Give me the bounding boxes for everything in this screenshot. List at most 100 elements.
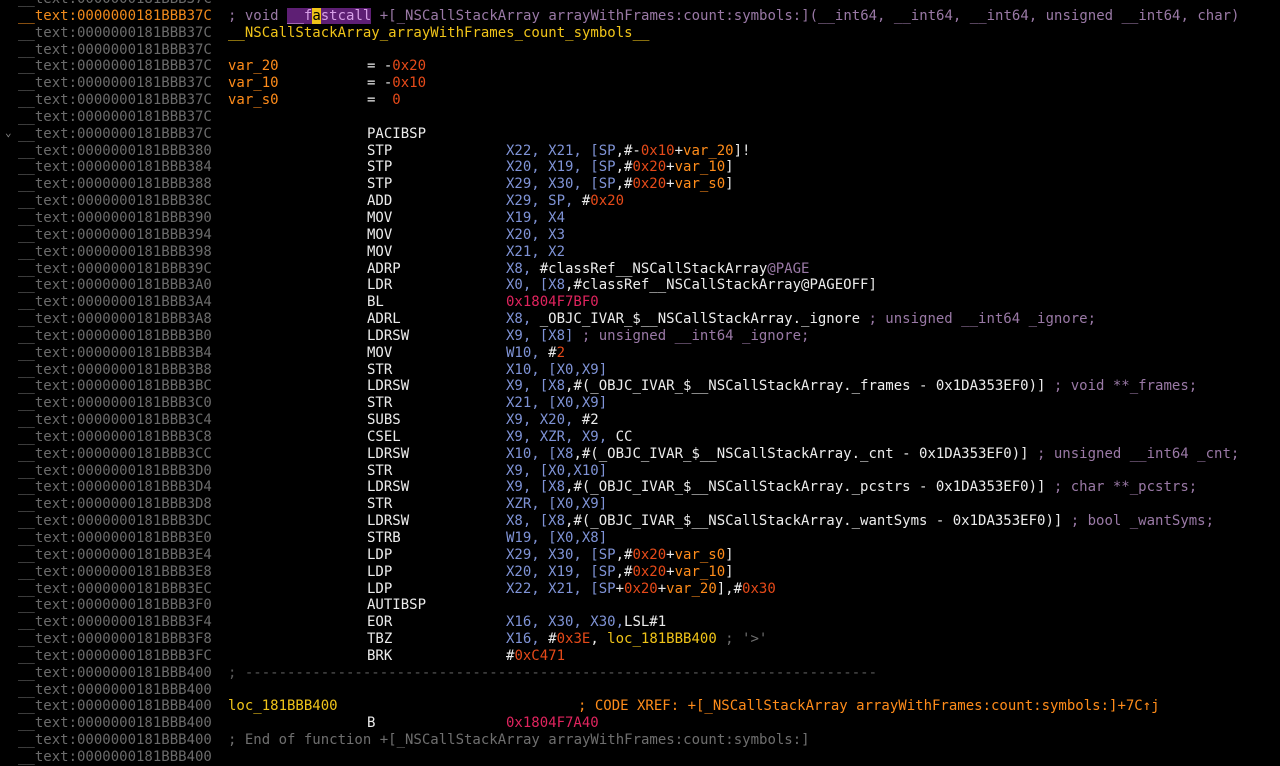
disasm-line[interactable]: __text:0000000181BBB37C var_10 = -0x10 bbox=[0, 75, 1280, 92]
token[interactable]: ; void **_frames; bbox=[1045, 378, 1197, 394]
line-address[interactable]: __text:0000000181BBB400 bbox=[18, 732, 212, 749]
mnemonic[interactable]: MOV bbox=[367, 345, 392, 362]
token[interactable]: BL bbox=[367, 294, 384, 310]
token[interactable]: ] bbox=[725, 547, 733, 563]
line-address[interactable]: __text:0000000181BBB37C bbox=[18, 58, 212, 75]
token[interactable]: ; bool _wantSyms; bbox=[1062, 513, 1214, 529]
token[interactable]: ; unsigned __int64 _ignore; bbox=[573, 328, 810, 344]
disasm-line[interactable]: __text:0000000181BBB3F4 EOR X16, X30, X30,… bbox=[0, 614, 1280, 631]
line-address[interactable]: __text:0000000181BBB390 bbox=[18, 210, 212, 227]
token[interactable]: 0 bbox=[392, 92, 400, 108]
token[interactable]: ,# bbox=[616, 547, 633, 563]
token[interactable]: X9, [X8 bbox=[506, 479, 565, 495]
line-address[interactable]: __text:0000000181BBB3A8 bbox=[18, 311, 212, 328]
token[interactable]: ,#(_OBJC_IVAR_$__NSCallStackArray._pcstr… bbox=[565, 479, 1045, 495]
mnemonic[interactable]: = -0x20 bbox=[367, 58, 426, 75]
operands[interactable]: X9, [X8,#(_OBJC_IVAR_$__NSCallStackArray… bbox=[506, 378, 1197, 395]
disasm-line[interactable]: __text:0000000181BBB388 STP X29, X30, [SP,… bbox=[0, 176, 1280, 193]
line-address[interactable]: __text:0000000181BBB3D0 bbox=[18, 463, 212, 480]
operands[interactable]: 0x1804F7A40 bbox=[506, 715, 599, 732]
mnemonic[interactable]: MOV bbox=[367, 227, 392, 244]
token[interactable]: 0x20 bbox=[624, 581, 658, 597]
xref-comment[interactable]: ; CODE XREF: +[_NSCallStackArray arrayWi… bbox=[578, 698, 1160, 715]
mnemonic[interactable]: = 0 bbox=[367, 92, 401, 109]
token[interactable]: 0x20 bbox=[632, 547, 666, 563]
token[interactable]: STRB bbox=[367, 530, 401, 546]
line-address[interactable]: __text:0000000181BBB37C bbox=[18, 8, 212, 25]
disasm-line[interactable]: __text:0000000181BBB400 bbox=[0, 682, 1280, 699]
disasm-line[interactable]: __text:0000000181BBB37C bbox=[0, 0, 1280, 8]
line-address[interactable]: __text:0000000181BBB39C bbox=[18, 261, 212, 278]
disasm-line[interactable]: __text:0000000181BBB3D8 STR XZR, [X0,X9] bbox=[0, 496, 1280, 513]
token[interactable]: ,#(_OBJC_IVAR_$__NSCallStackArray._frame… bbox=[565, 378, 1045, 394]
mnemonic[interactable]: B bbox=[367, 715, 375, 732]
disasm-line[interactable]: __text:0000000181BBB3FC BRK #0xC471 bbox=[0, 648, 1280, 665]
line-address[interactable]: __text:0000000181BBB3B8 bbox=[18, 362, 212, 379]
disasm-line[interactable]: __text:0000000181BBB38C ADD X29, SP, #0x20 bbox=[0, 193, 1280, 210]
token[interactable]: @PAGE bbox=[767, 261, 809, 277]
disasm-line[interactable]: __text:0000000181BBB394 MOV X20, X3 bbox=[0, 227, 1280, 244]
disasm-line[interactable]: __text:0000000181BBB400 B 0x1804F7A40 bbox=[0, 715, 1280, 732]
operands[interactable]: X20, X19, [SP,#0x20+var_10] bbox=[506, 159, 734, 176]
token[interactable]: X8, bbox=[506, 311, 540, 327]
token[interactable]: 0x20 bbox=[632, 159, 666, 175]
token[interactable]: 0x20 bbox=[632, 564, 666, 580]
line-address[interactable]: __text:0000000181BBB380 bbox=[18, 143, 212, 160]
mnemonic[interactable]: LDRSW bbox=[367, 328, 409, 345]
mnemonic[interactable]: LDRSW bbox=[367, 446, 409, 463]
line-address[interactable]: __text:0000000181BBB3CC bbox=[18, 446, 212, 463]
disasm-line[interactable]: __text:0000000181BBB3D4 LDRSW X9, [X8,#(_O… bbox=[0, 479, 1280, 496]
line-comment[interactable]: ; --------------------------------------… bbox=[228, 665, 877, 682]
disasm-line[interactable]: __text:0000000181BBB3A4 BL 0x1804F7BF0 bbox=[0, 294, 1280, 311]
token[interactable]: X21, [X0,X9] bbox=[506, 395, 607, 411]
token[interactable]: _OBJC_IVAR_$__NSCallStackArray._ignore bbox=[540, 311, 860, 327]
token[interactable]: var_s0 bbox=[675, 547, 726, 563]
token[interactable]: 0xC471 bbox=[514, 648, 565, 664]
token[interactable]: 0x10 bbox=[641, 143, 675, 159]
token[interactable]: X16, bbox=[506, 631, 548, 647]
line-address[interactable]: __text:0000000181BBB394 bbox=[18, 227, 212, 244]
line-address[interactable]: __text:0000000181BBB3EC bbox=[18, 581, 212, 598]
token[interactable]: + bbox=[675, 143, 683, 159]
mnemonic[interactable]: LDP bbox=[367, 547, 392, 564]
token[interactable]: var_10 bbox=[228, 75, 279, 91]
mnemonic[interactable]: LDP bbox=[367, 581, 392, 598]
token[interactable]: LDP bbox=[367, 547, 392, 563]
token[interactable]: # bbox=[548, 631, 556, 647]
line-address[interactable]: __text:0000000181BBB37C bbox=[18, 0, 212, 8]
disasm-line[interactable]: __text:0000000181BBB384 STP X20, X19, [SP,… bbox=[0, 159, 1280, 176]
line-label[interactable]: var_s0 bbox=[228, 92, 279, 109]
operands[interactable]: W19, [X0,X8] bbox=[506, 530, 607, 547]
token[interactable]: X10, [X0,X9] bbox=[506, 362, 607, 378]
token[interactable]: ; char **_pcstrs; bbox=[1045, 479, 1197, 495]
token[interactable]: X22, X21, [SP bbox=[506, 581, 616, 597]
token[interactable]: var_10 bbox=[675, 159, 726, 175]
line-address[interactable]: __text:0000000181BBB37C bbox=[18, 126, 212, 143]
token[interactable]: STR bbox=[367, 463, 392, 479]
line-address[interactable]: __text:0000000181BBB3B4 bbox=[18, 345, 212, 362]
token[interactable]: CC bbox=[616, 429, 633, 445]
mnemonic[interactable]: ADD bbox=[367, 193, 392, 210]
token[interactable]: + bbox=[666, 564, 674, 580]
token[interactable]: AUTIBSP bbox=[367, 597, 426, 613]
token[interactable]: SP bbox=[599, 143, 616, 159]
token[interactable]: ,#(_OBJC_IVAR_$__NSCallStackArray._wantS… bbox=[565, 513, 1062, 529]
token[interactable]: SUBS bbox=[367, 412, 401, 428]
mnemonic[interactable]: STP bbox=[367, 176, 392, 193]
mnemonic[interactable]: BRK bbox=[367, 648, 392, 665]
token[interactable]: STP bbox=[367, 159, 392, 175]
disasm-line[interactable]: __text:0000000181BBB3C0 STR X21, [X0,X9] bbox=[0, 395, 1280, 412]
token[interactable]: ,# bbox=[616, 159, 633, 175]
token[interactable]: X9, XZR, X9, bbox=[506, 429, 616, 445]
operands[interactable]: X9, [X0,X10] bbox=[506, 463, 607, 480]
token[interactable]: X9, [X0,X10] bbox=[506, 463, 607, 479]
disasm-line[interactable]: __text:0000000181BBB37C bbox=[0, 109, 1280, 126]
disasm-line[interactable]: ⌄ __text:0000000181BBB37C PACIBSP bbox=[0, 126, 1280, 143]
line-address[interactable]: __text:0000000181BBB3D4 bbox=[18, 479, 212, 496]
operands[interactable]: X29, SP, #0x20 bbox=[506, 193, 624, 210]
line-label[interactable]: var_10 bbox=[228, 75, 279, 92]
token[interactable]: ; unsigned __int64 _ignore; bbox=[860, 311, 1096, 327]
disasm-line[interactable]: __text:0000000181BBB400 ; ---------------… bbox=[0, 665, 1280, 682]
disasm-line[interactable]: __text:0000000181BBB380 STP X22, X21, [SP,… bbox=[0, 143, 1280, 160]
operands[interactable]: X22, X21, [SP+0x20+var_20],#0x30 bbox=[506, 581, 776, 598]
